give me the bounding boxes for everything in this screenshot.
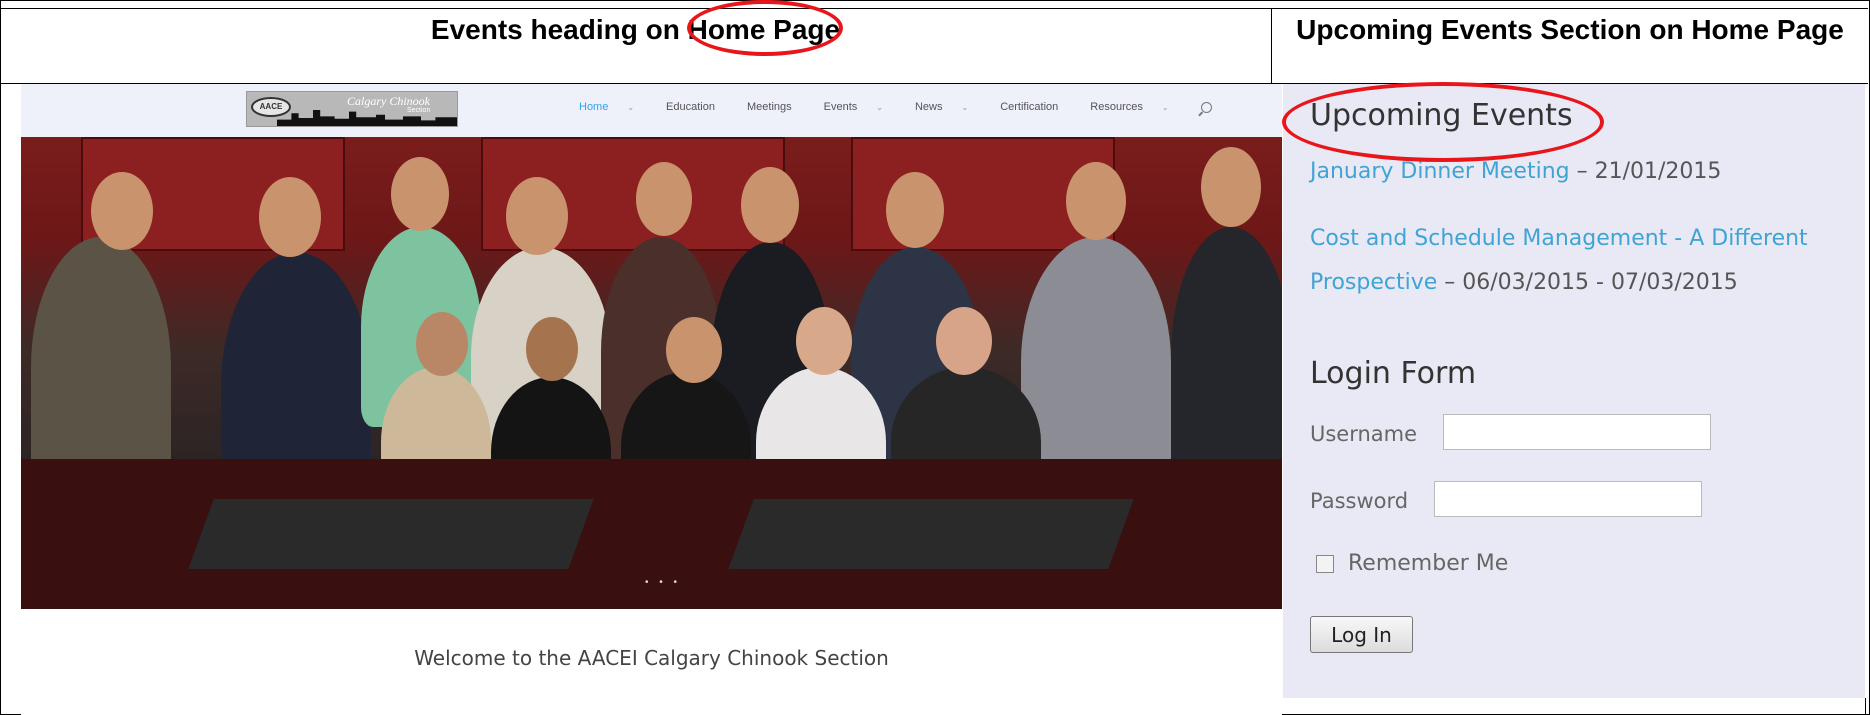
person [1171, 227, 1282, 487]
remember-me-label: Remember Me [1348, 551, 1509, 576]
head [1066, 162, 1126, 240]
slider-dots[interactable]: • • • [645, 577, 681, 588]
username-label: Username [1310, 422, 1418, 446]
highlight-circle-upcoming [1282, 82, 1604, 162]
nav-label: Meetings [746, 101, 792, 113]
event-item: Cost and Schedule Management - A Differe… [1310, 217, 1865, 305]
head [636, 162, 692, 236]
site-logo[interactable]: AACE Calgary Chinook Section [246, 91, 458, 127]
head [796, 307, 852, 375]
site-navbar: AACE Calgary Chinook Section Home ⌄ Educa… [21, 84, 1282, 137]
log-in-button[interactable]: Log In [1310, 616, 1413, 653]
person [31, 237, 171, 497]
username-field[interactable] [1443, 414, 1711, 450]
head [259, 177, 321, 257]
table-surface [188, 499, 594, 569]
chevron-down-icon: ⌄ [876, 103, 883, 112]
logo-sub: Section [407, 107, 431, 114]
head [1201, 147, 1261, 227]
password-label: Password [1310, 489, 1409, 513]
head [936, 307, 992, 375]
head [416, 312, 468, 376]
main-menu: Home ⌄ Education Meetings Events ⌄ News ⌄ C… [579, 101, 1244, 115]
right-border-line [1865, 698, 1866, 715]
nav-label: Resources [1090, 101, 1143, 113]
chevron-down-icon: ⌄ [1161, 103, 1169, 112]
nav-label: Events [823, 101, 858, 113]
event-link-cont[interactable]: Prospective [1310, 270, 1437, 295]
event-link[interactable]: Cost and Schedule Management - A Differe… [1310, 226, 1808, 251]
nav-item-meetings[interactable]: Meetings [747, 101, 808, 115]
head [391, 157, 449, 231]
chevron-down-icon: ⌄ [627, 103, 635, 112]
head [526, 317, 578, 381]
hero-group-photo: • • • [21, 137, 1282, 609]
table-surface [728, 499, 1134, 569]
head [91, 172, 153, 250]
head [506, 177, 568, 255]
login-form-title: Login Form [1310, 356, 1477, 391]
nav-item-certification[interactable]: Certification [1000, 101, 1074, 115]
nav-item-events[interactable]: Events ⌄ [824, 101, 899, 115]
event-date: – 06/03/2015 - 07/03/2015 [1437, 270, 1738, 295]
password-field[interactable] [1434, 481, 1702, 517]
aace-badge: AACE [251, 97, 291, 117]
nav-item-home[interactable]: Home ⌄ [579, 101, 650, 115]
highlight-circle-events [687, 0, 843, 56]
head [741, 167, 799, 243]
sidebar-widget: Upcoming Events January Dinner Meeting –… [1283, 84, 1865, 698]
left-column-heading: Events heading on Home Page [0, 8, 1271, 84]
nav-label: Education [666, 101, 715, 113]
nav-label: Home [579, 101, 609, 113]
event-link[interactable]: January Dinner Meeting [1310, 159, 1570, 184]
remember-me-checkbox[interactable] [1316, 555, 1334, 573]
person [1021, 237, 1171, 487]
head [886, 172, 944, 248]
nav-item-resources[interactable]: Resources ⌄ [1090, 101, 1184, 115]
event-date: – 21/01/2015 [1569, 159, 1722, 184]
nav-item-news[interactable]: News ⌄ [915, 101, 984, 115]
nav-label: Certification [1000, 101, 1059, 113]
search-icon[interactable] [1200, 101, 1228, 115]
homepage-screenshot: AACE Calgary Chinook Section Home ⌄ Educa… [21, 84, 1282, 715]
chevron-down-icon: ⌄ [961, 103, 969, 112]
nav-item-education[interactable]: Education [666, 101, 731, 115]
head [666, 317, 722, 383]
welcome-text: Welcome to the AACEI Calgary Chinook Sec… [414, 646, 889, 670]
nav-label: News [914, 101, 943, 113]
right-column-heading: Upcoming Events Section on Home Page [1271, 8, 1868, 84]
